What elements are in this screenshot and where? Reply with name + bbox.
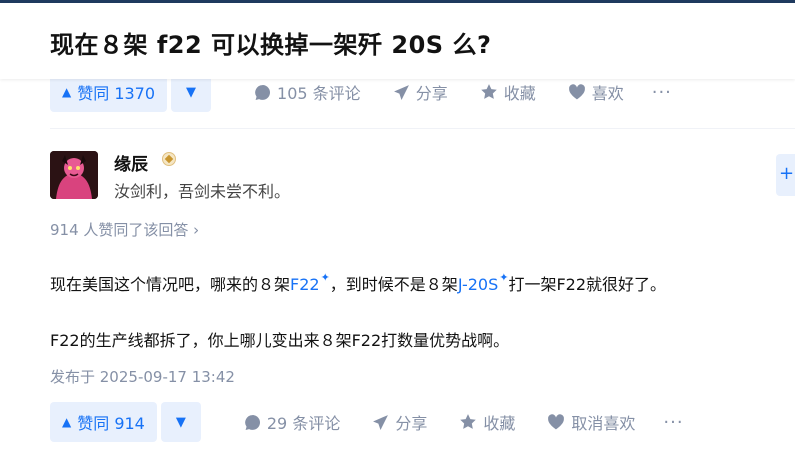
share-button[interactable]: 分享 <box>372 410 427 434</box>
heart-icon <box>568 84 585 100</box>
upvote-arrow-icon: ▲ <box>62 85 72 99</box>
author-name[interactable]: 缘辰 <box>114 150 148 175</box>
share-label: 分享 <box>415 84 448 103</box>
answer-paragraph-2: F22的生产线都拆了，你上哪儿变出来８架F22打数量优势战啊。 <box>50 331 510 350</box>
comments-label: 105 条评论 <box>277 84 361 103</box>
share-icon <box>373 414 389 430</box>
avatar-image <box>50 151 98 199</box>
answer-card: ▲ 赞同 1370 ▼ 105 条评论 分享 收藏 喜欢 ··· 缘辰 汝剑利，… <box>0 72 795 449</box>
comments-label: 29 条评论 <box>266 414 341 433</box>
publish-date[interactable]: 发布于 2025-09-17 13:42 <box>50 366 235 387</box>
comment-icon <box>255 84 271 100</box>
favorite-label: 收藏 <box>503 84 536 103</box>
j20s-keyword-link[interactable]: J-20S✦ <box>457 271 509 294</box>
para1-text-start: 现在美国这个情况吧，哪来的８架 <box>50 275 291 294</box>
para1-text-middle: ，到时候不是８架 <box>329 275 458 294</box>
upvote-label: 赞同 1370 <box>77 84 156 103</box>
comments-button[interactable]: 29 条评论 <box>244 410 340 434</box>
more-options-button[interactable]: ··· <box>652 82 672 103</box>
comment-icon <box>245 414 260 430</box>
plus-icon: + <box>779 163 795 184</box>
answer-paragraph-1: 现在美国这个情况吧，哪来的８架F22✦，到时候不是８架J-20S✦打一架F22就… <box>50 271 666 295</box>
sparkle-icon: ✦ <box>320 271 330 284</box>
avatar[interactable] <box>50 151 98 199</box>
upvote-arrow-icon: ▲ <box>62 415 72 429</box>
downvote-arrow-icon: ▼ <box>186 84 197 100</box>
star-icon <box>480 84 497 99</box>
unlike-button[interactable]: 取消喜欢 <box>547 410 635 434</box>
question-header: 现在８架 f22 可以换掉一架歼 20S 么? <box>0 3 795 79</box>
downvote-arrow-icon: ▼ <box>175 414 186 430</box>
divider <box>50 128 795 129</box>
more-options-button[interactable]: ··· <box>663 412 683 433</box>
comments-button[interactable]: 105 条评论 <box>254 80 361 104</box>
bottom-action-bar: ▲ 赞同 914 ▼ 29 条评论 分享 收藏 取消喜欢 ··· <box>50 402 684 442</box>
j20s-link-text: J-20S <box>457 275 499 294</box>
favorite-button[interactable]: 收藏 <box>480 80 536 104</box>
follow-button[interactable]: + <box>776 154 795 196</box>
heart-icon <box>548 414 565 430</box>
star-icon <box>460 414 477 429</box>
like-label: 喜欢 <box>591 84 624 103</box>
share-icon <box>393 84 409 100</box>
favorite-button[interactable]: 收藏 <box>459 410 515 434</box>
author-bio: 汝剑利，吾剑未尝不利。 <box>114 182 291 201</box>
creator-badge-icon[interactable] <box>162 152 176 166</box>
f22-keyword-link[interactable]: F22✦ <box>290 271 330 294</box>
favorite-label: 收藏 <box>483 414 516 433</box>
like-button[interactable]: 喜欢 <box>568 80 624 104</box>
downvote-button[interactable]: ▼ <box>160 402 201 442</box>
question-title[interactable]: 现在８架 f22 可以换掉一架歼 20S 么? <box>50 25 491 60</box>
upvote-label: 赞同 914 <box>77 414 145 433</box>
f22-link-text: F22 <box>290 275 320 294</box>
share-button[interactable]: 分享 <box>393 80 448 104</box>
upvote-summary[interactable]: 914 人赞同了该回答 › <box>50 219 199 240</box>
share-label: 分享 <box>395 414 428 433</box>
upvote-button[interactable]: ▲ 赞同 914 <box>50 402 157 442</box>
para1-text-end: 打一架F22就很好了。 <box>508 275 667 294</box>
unlike-label: 取消喜欢 <box>571 414 636 433</box>
